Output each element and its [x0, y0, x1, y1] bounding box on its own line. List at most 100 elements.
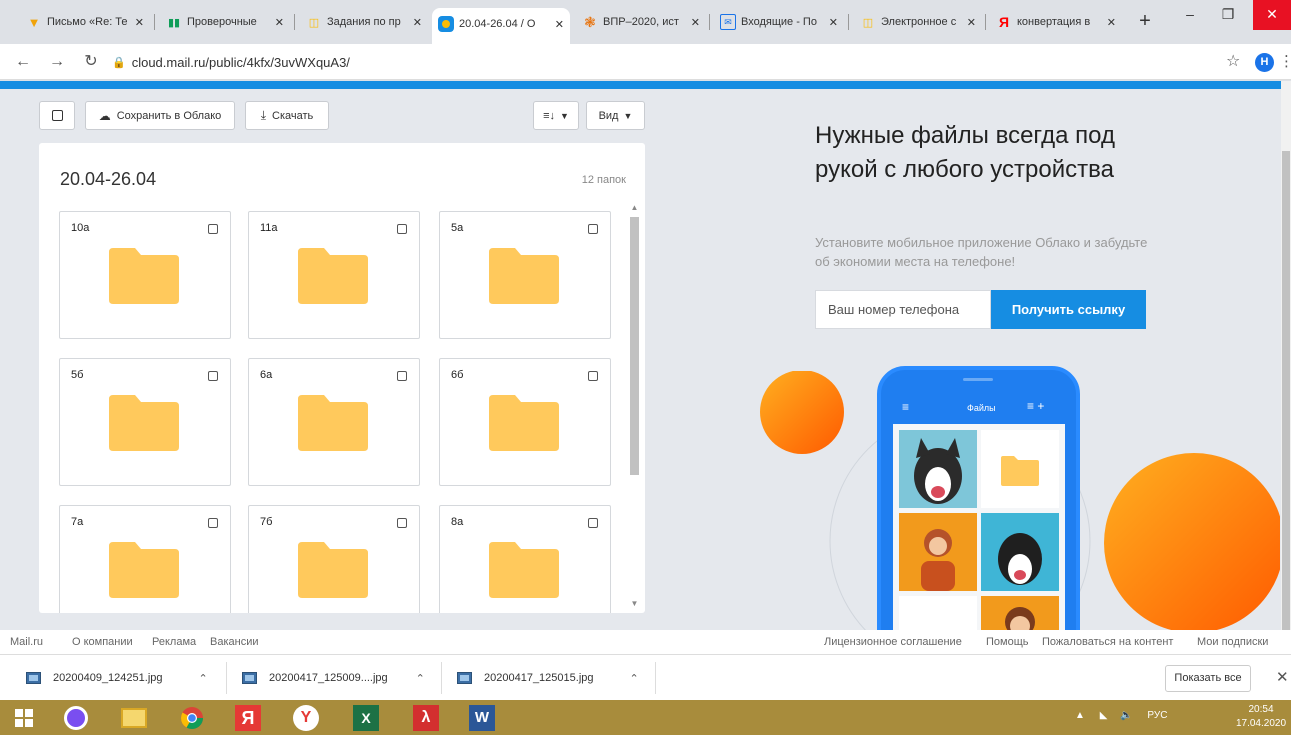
profile-avatar[interactable]: Н — [1255, 53, 1274, 72]
clock-date: 17.04.2020 — [1235, 718, 1287, 729]
show-all-downloads-button[interactable]: Показать все — [1165, 665, 1251, 692]
folder-card[interactable]: 6а — [248, 358, 420, 486]
scroll-down-icon[interactable]: ▼ — [628, 599, 641, 608]
tab-close-icon[interactable]: ✕ — [555, 18, 564, 31]
folder-card[interactable]: 5б — [59, 358, 231, 486]
folder-card[interactable]: 8а — [439, 505, 611, 613]
system-tray[interactable]: ▲ ◣ 🔈 РУС — [1075, 710, 1167, 721]
folder-checkbox[interactable] — [208, 371, 218, 381]
forward-button[interactable]: → — [46, 51, 68, 73]
close-icon[interactable]: ✕ — [1276, 668, 1289, 686]
language-indicator[interactable]: РУС — [1147, 710, 1167, 721]
get-link-button[interactable]: Получить ссылку — [991, 290, 1146, 329]
footer-link[interactable]: Пожаловаться на контент — [1042, 636, 1173, 648]
tab-close-icon[interactable]: ✕ — [691, 16, 700, 29]
tab-mail[interactable]: ▼ Письмо «Re: Те ✕ — [20, 10, 150, 34]
download-item[interactable]: 20200417_125009....jpg ⌃ — [242, 663, 425, 693]
cloud-upload-icon: ☁ — [98, 108, 111, 123]
network-icon[interactable]: ◣ — [1100, 710, 1108, 721]
restore-button[interactable]: ❐ — [1208, 0, 1248, 30]
cloud-icon — [438, 16, 454, 32]
folder-checkbox[interactable] — [397, 371, 407, 381]
tab-close-icon[interactable]: ✕ — [1107, 16, 1116, 29]
save-to-cloud-button[interactable]: ☁ Сохранить в Облако — [85, 101, 235, 130]
phone-number-input[interactable]: Ваш номер телефона — [815, 290, 991, 329]
folder-icon — [489, 542, 559, 598]
taskbar-clock[interactable]: 20:54 17.04.2020 — [1232, 703, 1290, 731]
sort-button[interactable]: ≡↓ ▼ — [533, 101, 579, 130]
address-bar[interactable]: 🔒 cloud.mail.ru/public/4kfx/3uvWXquA3/ — [112, 51, 350, 73]
header-bar — [0, 81, 1281, 89]
minimize-button[interactable]: – — [1170, 0, 1210, 30]
tab-close-icon[interactable]: ✕ — [275, 16, 284, 29]
volume-icon[interactable]: 🔈 — [1120, 710, 1132, 721]
download-item[interactable]: 20200409_124251.jpg ⌃ — [26, 663, 208, 693]
tab-cloud-active[interactable]: 20.04-26.04 / О ✕ — [432, 8, 570, 44]
scroll-up-icon[interactable]: ▲ — [628, 203, 641, 212]
folder-checkbox[interactable] — [588, 371, 598, 381]
footer-link[interactable]: О компании — [72, 636, 133, 648]
back-button[interactable]: ← — [12, 51, 34, 73]
clock-time: 20:54 — [1248, 704, 1274, 715]
footer-link[interactable]: Помощь — [986, 636, 1029, 648]
page-scrollbar[interactable] — [1281, 81, 1291, 654]
tab-vpr[interactable]: ❃ ВПР–2020, ист ✕ — [576, 10, 706, 34]
download-item[interactable]: 20200417_125015.jpg ⌃ — [457, 663, 639, 693]
folder-name: 5б — [71, 369, 84, 381]
tab-ebook[interactable]: ◫ Электронное с ✕ — [854, 10, 982, 34]
folder-card[interactable]: 7б — [248, 505, 420, 613]
chevron-up-icon[interactable]: ⌃ — [630, 672, 639, 685]
footer-link[interactable]: Mail.ru — [10, 636, 43, 648]
reload-button[interactable]: ↻ — [80, 51, 102, 73]
folder-card[interactable]: 5а — [439, 211, 611, 339]
acrobat-icon[interactable]: λ — [410, 703, 442, 733]
tab-yandex[interactable]: Я конвертация в ✕ — [990, 10, 1122, 34]
yandex-browser-icon[interactable]: Я — [232, 703, 264, 733]
chrome-icon[interactable] — [176, 703, 208, 733]
bookmark-star-icon[interactable]: ☆ — [1226, 51, 1240, 71]
folder-checkbox[interactable] — [208, 224, 218, 234]
footer-link[interactable]: Мои подписки — [1197, 636, 1268, 648]
site-footer: Mail.ru О компании Реклама Вакансии Лице… — [0, 630, 1291, 654]
tab-tasks[interactable]: ◫ Задания по пр ✕ — [300, 10, 428, 34]
tab-close-icon[interactable]: ✕ — [967, 16, 976, 29]
yandex-icon[interactable]: Y — [290, 703, 322, 733]
cloud-page: ☁ Сохранить в Облако ⤓ Скачать ≡↓ ▼ Вид … — [0, 81, 1291, 654]
tab-inbox[interactable]: ✉ Входящие - По ✕ — [714, 10, 844, 34]
browser-menu-icon[interactable]: ⋮ — [1279, 52, 1291, 70]
alice-assistant-icon[interactable] — [60, 703, 92, 733]
folder-checkbox[interactable] — [397, 224, 407, 234]
new-tab-button[interactable]: + — [1133, 10, 1157, 34]
tab-sheets[interactable]: ▮▮ Проверочные ✕ — [160, 10, 290, 34]
folder-card[interactable]: 10а — [59, 211, 231, 339]
folder-card[interactable]: 6б — [439, 358, 611, 486]
word-icon[interactable]: W — [466, 703, 498, 733]
footer-link[interactable]: Реклама — [152, 636, 196, 648]
tab-close-icon[interactable]: ✕ — [413, 16, 422, 29]
folder-card[interactable]: 7а — [59, 505, 231, 613]
folder-icon — [298, 395, 368, 451]
chevron-up-icon[interactable]: ⌃ — [416, 672, 425, 685]
view-button[interactable]: Вид ▼ — [586, 101, 645, 130]
folder-checkbox[interactable] — [588, 518, 598, 528]
tab-close-icon[interactable]: ✕ — [829, 16, 838, 29]
footer-link[interactable]: Вакансии — [210, 636, 259, 648]
tray-chevron-icon[interactable]: ▲ — [1075, 710, 1085, 721]
folder-card[interactable]: 11а — [248, 211, 420, 339]
close-window-button[interactable]: ✕ — [1253, 0, 1291, 30]
folder-list-scrollbar[interactable]: ▲ ▼ — [628, 203, 641, 608]
folder-checkbox[interactable] — [397, 518, 407, 528]
file-explorer-icon[interactable] — [118, 703, 150, 733]
menu-icon: ≡ — [902, 400, 910, 414]
folder-count: 12 папок — [581, 174, 626, 186]
folder-name: 6б — [451, 369, 464, 381]
excel-icon[interactable]: X — [350, 703, 382, 733]
folder-checkbox[interactable] — [588, 224, 598, 234]
chevron-up-icon[interactable]: ⌃ — [199, 672, 208, 685]
select-all-checkbox[interactable] — [39, 101, 75, 130]
tab-close-icon[interactable]: ✕ — [135, 16, 144, 29]
download-button[interactable]: ⤓ Скачать — [245, 101, 329, 130]
footer-link[interactable]: Лицензионное соглашение — [824, 636, 962, 648]
windows-start-icon[interactable] — [8, 703, 40, 733]
folder-checkbox[interactable] — [208, 518, 218, 528]
